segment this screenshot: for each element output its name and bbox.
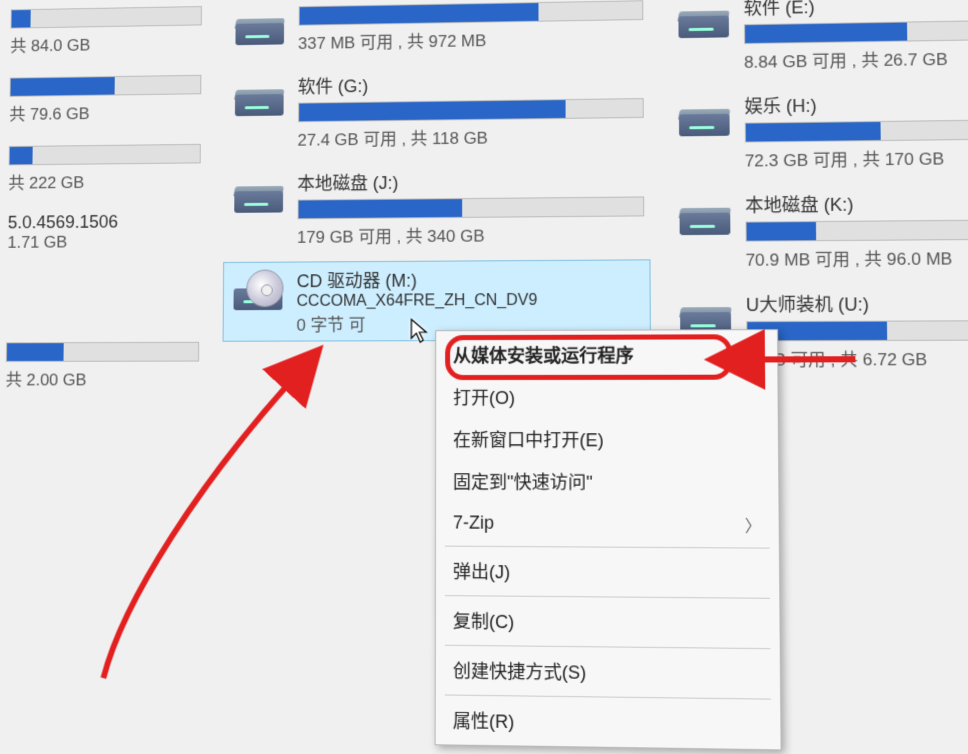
hdd-icon: [674, 192, 735, 241]
chevron-right-icon: 〉: [745, 512, 762, 537]
drive-stats: 0 GB 可用 , 共 6.72 GB: [746, 345, 968, 371]
drive-stats: 179 GB 可用 , 共 340 GB: [297, 220, 644, 247]
menu-run-from-media[interactable]: 从媒体安装或运行程序: [439, 333, 774, 376]
drive-item[interactable]: 共 84.0 GB: [5, 0, 206, 61]
drive-stats: 共 79.6 GB: [9, 98, 201, 125]
drive-item[interactable]: 娱乐 (H:) 72.3 GB 可用 , 共 170 GB: [668, 84, 968, 177]
hdd-icon: [230, 74, 289, 122]
menu-7zip[interactable]: 7-Zip 〉: [439, 502, 776, 544]
menu-eject[interactable]: 弹出(J): [439, 550, 776, 595]
menu-separator: [445, 546, 770, 549]
hdd-icon: [230, 3, 288, 51]
cd-volume-label: CCCOMA_X64FRE_ZH_CN_DV9: [297, 291, 645, 310]
menu-separator: [445, 595, 770, 599]
hdd-icon: [673, 93, 734, 141]
drive-item[interactable]: 337 MB 可用 , 共 972 MB: [225, 0, 648, 60]
drive-version: 5.0.4569.1506: [8, 211, 200, 233]
drive-stats: 共 2.00 GB: [5, 365, 198, 390]
menu-copy[interactable]: 复制(C): [439, 599, 777, 645]
cd-drive-label: CD 驱动器 (M:): [297, 265, 644, 293]
drive-item[interactable]: 5.0.4569.1506 1.71 GB: [3, 206, 205, 257]
drive-stats: 70.9 MB 可用 , 共 96.0 MB: [745, 244, 968, 271]
hdd-icon: [673, 0, 734, 43]
menu-properties[interactable]: 属性(R): [439, 698, 778, 746]
drive-stats: 337 MB 可用 , 共 972 MB: [298, 24, 643, 54]
cd-drive-icon: [228, 268, 287, 316]
context-menu: 从媒体安装或运行程序 打开(O) 在新窗口中打开(E) 固定到"快速访问" 7-…: [435, 329, 782, 750]
drive-stats: 共 84.0 GB: [10, 29, 201, 56]
menu-open-new-window[interactable]: 在新窗口中打开(E): [439, 418, 775, 461]
drive-stats: 共 222 GB: [8, 167, 200, 193]
drive-item[interactable]: 软件 (G:) 27.4 GB 可用 , 共 118 GB: [225, 63, 649, 156]
drive-label: 娱乐 (H:): [744, 90, 968, 119]
drive-item[interactable]: 本地磁盘 (J:) 179 GB 可用 , 共 340 GB: [224, 162, 649, 254]
drive-label: 本地磁盘 (K:): [745, 189, 968, 217]
menu-7zip-label: 7-Zip: [453, 512, 494, 533]
drive-size: 1.71 GB: [7, 232, 199, 253]
drive-stats: 8.84 GB 可用 , 共 26.7 GB: [744, 44, 968, 72]
drive-stats: 72.3 GB 可用 , 共 170 GB: [745, 144, 968, 172]
menu-create-shortcut[interactable]: 创建快捷方式(S): [439, 649, 777, 696]
menu-pin-quick-access[interactable]: 固定到"快速访问": [439, 460, 775, 504]
drive-cd-selected[interactable]: CD 驱动器 (M:) CCCOMA_X64FRE_ZH_CN_DV9 0 字节…: [223, 260, 649, 340]
drive-label: 软件 (E:): [743, 0, 968, 20]
drive-label: 本地磁盘 (J:): [297, 167, 643, 196]
drive-label: U大师装机 (U:): [746, 290, 968, 317]
drive-item[interactable]: 软件 (E:) 8.84 GB 可用 , 共 26.7 GB: [668, 0, 968, 79]
drive-item[interactable]: 本地磁盘 (K:) 70.9 MB 可用 , 共 96.0 MB: [669, 184, 968, 276]
drive-item[interactable]: 共 2.00 GB: [1, 335, 204, 395]
menu-open[interactable]: 打开(O): [439, 376, 775, 419]
drive-label: 软件 (G:): [298, 68, 643, 98]
drive-item[interactable]: 共 79.6 GB: [4, 68, 205, 130]
mouse-cursor-icon: [410, 318, 430, 351]
hdd-icon: [229, 170, 288, 218]
drive-stats: 27.4 GB 可用 , 共 118 GB: [298, 122, 644, 151]
drive-item[interactable]: 共 222 GB: [3, 137, 205, 198]
